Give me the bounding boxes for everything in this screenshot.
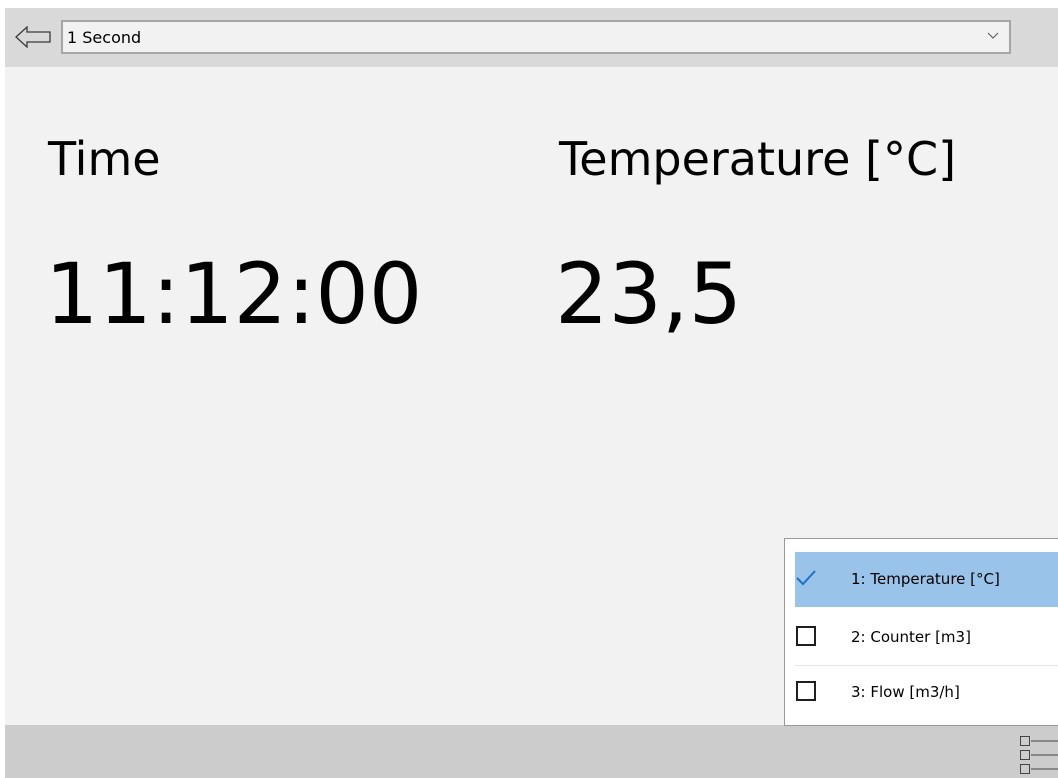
arrow-left-icon (15, 26, 51, 48)
temperature-value: 23,5 (555, 245, 743, 343)
channel-item-temperature[interactable]: 1: Temperature [°C] (795, 552, 1058, 607)
back-button[interactable] (10, 19, 60, 55)
interval-selected-value: 1 Second (67, 28, 142, 47)
channel-label: 1: Temperature [°C] (851, 570, 1000, 588)
channel-item-counter[interactable]: 2: Counter [m3] (795, 610, 1058, 666)
checkmark-icon (796, 570, 816, 586)
channel-label: 3: Flow [m3/h] (851, 683, 960, 701)
checkbox-unchecked[interactable] (796, 681, 816, 701)
app-window: 1 Second Time Temperature [°C] 11:12:00 … (5, 8, 1058, 778)
bottom-bar (5, 725, 1058, 778)
list-icon (1020, 736, 1058, 774)
chevron-down-icon (987, 32, 999, 39)
time-label: Time (48, 132, 161, 186)
temperature-label: Temperature [°C] (559, 132, 957, 186)
channel-list-button[interactable] (1017, 734, 1058, 778)
interval-dropdown[interactable]: 1 Second (61, 20, 1011, 54)
channel-label: 2: Counter [m3] (851, 628, 971, 646)
checkbox-checked[interactable] (796, 568, 816, 588)
checkbox-unchecked[interactable] (796, 626, 816, 646)
channel-item-flow[interactable]: 3: Flow [m3/h] (795, 665, 1058, 720)
top-toolbar: 1 Second (5, 8, 1058, 67)
time-value: 11:12:00 (45, 245, 423, 343)
channel-selection-panel: 1: Temperature [°C] 2: Counter [m3] 3: F… (784, 538, 1058, 726)
